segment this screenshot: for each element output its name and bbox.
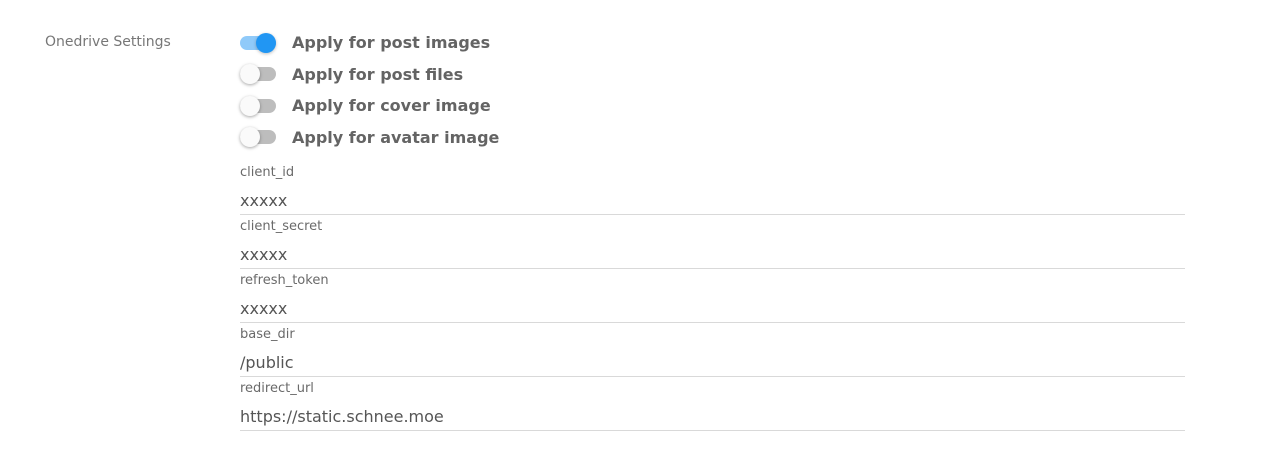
redirect-url-field: redirect_url <box>240 377 1185 431</box>
toggle-row-post-files[interactable]: Apply for post files <box>240 59 940 91</box>
post-images-switch[interactable] <box>240 32 276 53</box>
client-secret-label: client_secret <box>240 219 323 234</box>
cover-image-label[interactable]: Apply for cover image <box>292 96 491 115</box>
avatar-image-label[interactable]: Apply for avatar image <box>292 128 499 147</box>
redirect-url-label: redirect_url <box>240 381 314 396</box>
onedrive-settings-label: Onedrive Settings <box>45 34 171 50</box>
toggle-row-post-images[interactable]: Apply for post images <box>240 27 940 59</box>
base-dir-input[interactable] <box>240 353 1185 372</box>
credentials-form: client_id client_secret refresh_token ba… <box>240 161 1185 431</box>
switch-thumb[interactable] <box>256 32 276 53</box>
client-secret-field: client_secret <box>240 215 1185 269</box>
redirect-url-input[interactable] <box>240 407 1185 426</box>
avatar-image-switch[interactable] <box>240 127 276 148</box>
switch-thumb[interactable] <box>240 95 260 116</box>
client-secret-input[interactable] <box>240 245 1185 264</box>
switch-thumb[interactable] <box>240 127 260 148</box>
client-id-label: client_id <box>240 165 295 180</box>
refresh-token-label: refresh_token <box>240 273 329 288</box>
cover-image-switch[interactable] <box>240 95 276 116</box>
toggle-row-cover-image[interactable]: Apply for cover image <box>240 90 940 122</box>
post-files-switch[interactable] <box>240 64 276 85</box>
client-id-input[interactable] <box>240 191 1185 210</box>
base-dir-label: base_dir <box>240 327 295 342</box>
toggle-row-avatar-image[interactable]: Apply for avatar image <box>240 122 940 154</box>
apply-toggles-group: Apply for post images Apply for post fil… <box>240 27 940 153</box>
switch-thumb[interactable] <box>240 64 260 85</box>
client-id-field: client_id <box>240 161 1185 215</box>
post-images-label[interactable]: Apply for post images <box>292 33 490 52</box>
refresh-token-input[interactable] <box>240 299 1185 318</box>
post-files-label[interactable]: Apply for post files <box>292 65 463 84</box>
refresh-token-field: refresh_token <box>240 269 1185 323</box>
base-dir-field: base_dir <box>240 323 1185 377</box>
